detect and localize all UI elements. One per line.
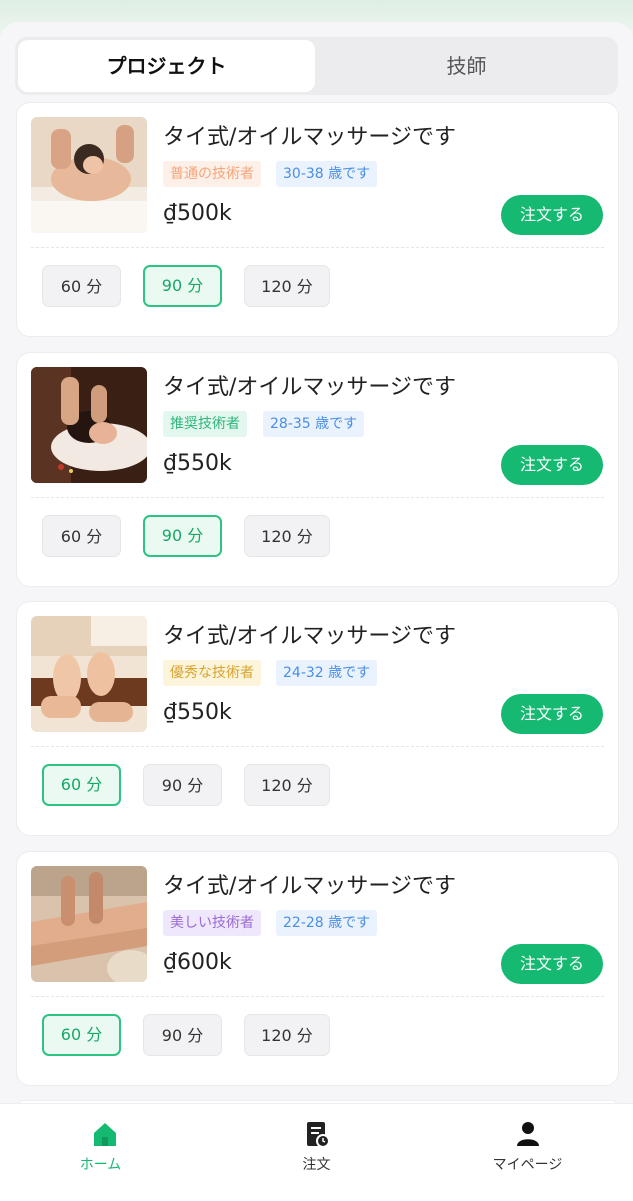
age-range-badge: 22-28 歳です xyxy=(276,910,378,936)
segment-tabs: プロジェクト 技師 xyxy=(15,37,618,95)
tab-technician[interactable]: 技師 xyxy=(318,40,615,92)
age-range-badge: 24-32 歳です xyxy=(276,660,378,686)
order-button[interactable]: 注文する xyxy=(501,445,603,485)
nav-orders-label: 注文 xyxy=(302,1157,331,1173)
nav-home-label: ホーム xyxy=(79,1157,122,1173)
technician-level-badge: 美しい技術者 xyxy=(163,910,261,936)
home-icon xyxy=(94,1123,116,1146)
price: ₫600k xyxy=(163,950,232,975)
divider xyxy=(31,497,604,498)
divider xyxy=(31,746,604,747)
nav-home[interactable]: ホーム xyxy=(0,1104,211,1201)
order-button[interactable]: 注文する xyxy=(501,195,603,235)
user-icon xyxy=(517,1122,539,1146)
service-image xyxy=(31,367,147,483)
age-range-badge: 30-38 歳です xyxy=(276,161,378,187)
service-card: タイ式/オイルマッサージです 推奨技術者 28-35 歳です ₫550k 注文す… xyxy=(16,352,619,587)
price: ₫550k xyxy=(163,451,232,476)
duration-option-120[interactable]: 120 分 xyxy=(244,265,330,307)
nav-mypage[interactable]: マイページ xyxy=(422,1104,633,1201)
price: ₫500k xyxy=(163,201,232,226)
duration-option-90[interactable]: 90 分 xyxy=(143,515,222,557)
duration-option-120[interactable]: 120 分 xyxy=(244,1014,330,1056)
service-card: タイ式/オイルマッサージです 美しい技術者 22-28 歳です ₫600k 注文… xyxy=(16,851,619,1086)
duration-option-90[interactable]: 90 分 xyxy=(143,1014,222,1056)
duration-option-90[interactable]: 90 分 xyxy=(143,764,222,806)
service-title: タイ式/オイルマッサージです xyxy=(163,375,456,400)
order-button[interactable]: 注文する xyxy=(501,694,603,734)
duration-option-90[interactable]: 90 分 xyxy=(143,265,222,307)
duration-option-60[interactable]: 60 分 xyxy=(42,515,121,557)
service-image xyxy=(31,866,147,982)
order-button[interactable]: 注文する xyxy=(501,944,603,984)
service-image xyxy=(31,616,147,732)
duration-option-120[interactable]: 120 分 xyxy=(244,515,330,557)
service-card: タイ式/オイルマッサージです 普通の技術者 30-38 歳です ₫500k 注文… xyxy=(16,102,619,337)
technician-level-badge: 普通の技術者 xyxy=(163,161,261,187)
duration-option-120[interactable]: 120 分 xyxy=(244,764,330,806)
service-title: タイ式/オイルマッサージです xyxy=(163,624,456,649)
service-image xyxy=(31,117,147,233)
nav-mypage-label: マイページ xyxy=(492,1157,563,1173)
service-card: タイ式/オイルマッサージです 優秀な技術者 24-32 歳です ₫550k 注文… xyxy=(16,601,619,836)
tab-project[interactable]: プロジェクト xyxy=(18,40,315,92)
duration-option-60[interactable]: 60 分 xyxy=(42,1014,121,1056)
divider xyxy=(31,247,604,248)
bottom-navigation: ホーム 注文 マイページ xyxy=(0,1103,633,1201)
nav-orders[interactable]: 注文 xyxy=(211,1104,422,1201)
age-range-badge: 28-35 歳です xyxy=(263,411,365,437)
price: ₫550k xyxy=(163,700,232,725)
service-title: タイ式/オイルマッサージです xyxy=(163,874,456,899)
technician-level-badge: 推奨技術者 xyxy=(163,411,247,437)
duration-option-60[interactable]: 60 分 xyxy=(42,764,121,806)
divider xyxy=(31,996,604,997)
order-list-icon xyxy=(307,1122,330,1148)
service-title: タイ式/オイルマッサージです xyxy=(163,125,456,150)
technician-level-badge: 優秀な技術者 xyxy=(163,660,261,686)
duration-option-60[interactable]: 60 分 xyxy=(42,265,121,307)
